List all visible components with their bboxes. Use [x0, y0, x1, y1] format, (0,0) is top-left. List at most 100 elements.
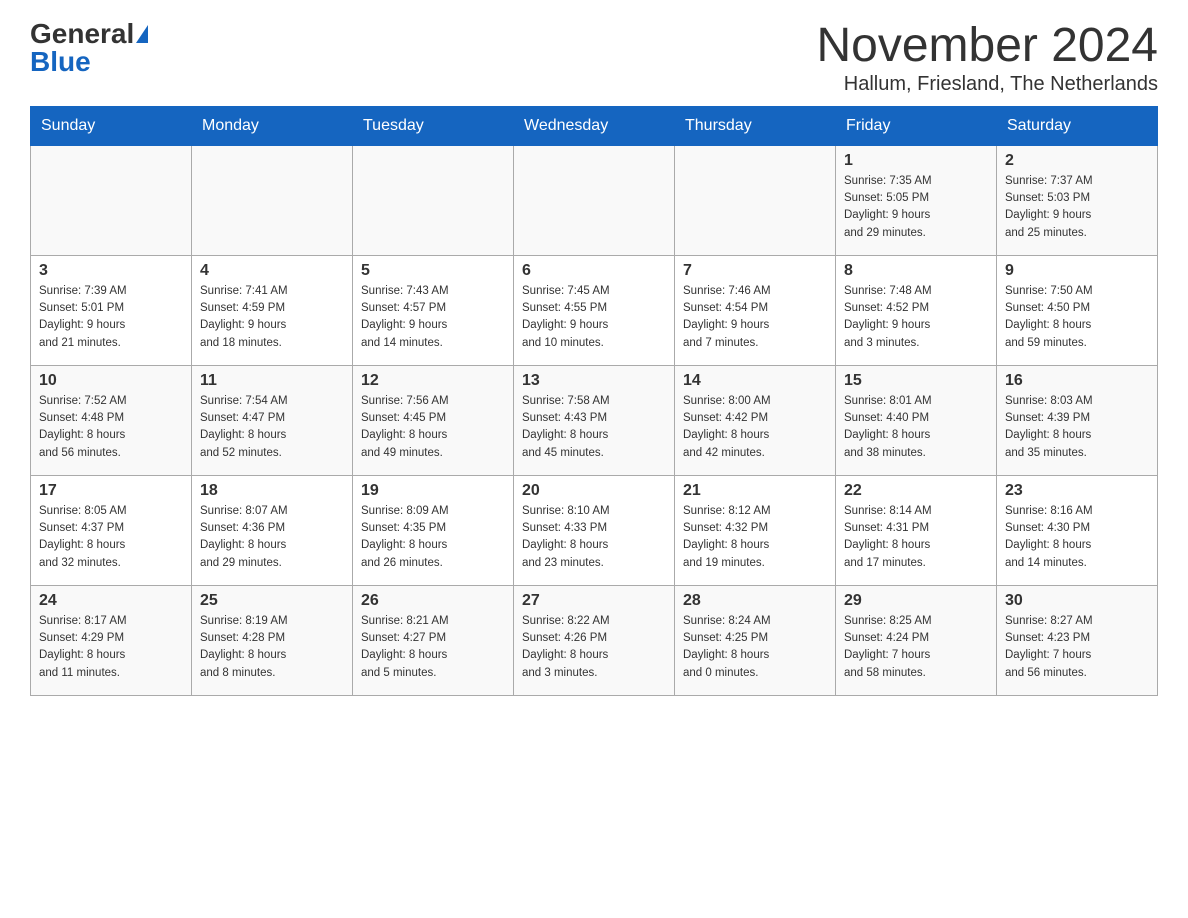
day-cell: [192, 145, 353, 255]
day-number: 20: [522, 482, 666, 500]
day-cell: 30Sunrise: 8:27 AMSunset: 4:23 PMDayligh…: [997, 585, 1158, 695]
day-cell: [514, 145, 675, 255]
week-row-1: 1 Sunrise: 7:35 AMSunset: 5:05 PMDaylight…: [31, 145, 1158, 255]
day-number: 22: [844, 482, 988, 500]
day-number: 29: [844, 592, 988, 610]
day-cell: 17Sunrise: 8:05 AMSunset: 4:37 PMDayligh…: [31, 475, 192, 585]
day-info: Sunrise: 8:17 AMSunset: 4:29 PMDaylight:…: [39, 613, 183, 682]
header-row: SundayMondayTuesdayWednesdayThursdayFrid…: [31, 106, 1158, 145]
page-header: General Blue November 2024 Hallum, Fries…: [30, 20, 1158, 96]
day-cell: 19 Sunrise: 8:09 AMSunset: 4:35 PMDayligh…: [353, 475, 514, 585]
day-cell: 25 Sunrise: 8:19 AMSunset: 4:28 PMDayligh…: [192, 585, 353, 695]
day-number: 17: [39, 482, 183, 500]
day-number: 2: [1005, 152, 1149, 170]
day-info: Sunrise: 8:07 AMSunset: 4:36 PMDaylight:…: [200, 503, 344, 572]
day-number: 19: [361, 482, 505, 500]
day-cell: 22 Sunrise: 8:14 AMSunset: 4:31 PMDayligh…: [836, 475, 997, 585]
day-info: Sunrise: 8:22 AMSunset: 4:26 PMDaylight:…: [522, 613, 666, 682]
week-row-5: 24 Sunrise: 8:17 AMSunset: 4:29 PMDayligh…: [31, 585, 1158, 695]
day-cell: 12 Sunrise: 7:56 AMSunset: 4:45 PMDayligh…: [353, 365, 514, 475]
day-cell: 26 Sunrise: 8:21 AMSunset: 4:27 PMDayligh…: [353, 585, 514, 695]
week-row-2: 3Sunrise: 7:39 AMSunset: 5:01 PMDaylight…: [31, 255, 1158, 365]
day-cell: [353, 145, 514, 255]
day-cell: 3Sunrise: 7:39 AMSunset: 5:01 PMDaylight…: [31, 255, 192, 365]
day-info: Sunrise: 7:35 AMSunset: 5:05 PMDaylight:…: [844, 173, 988, 242]
day-info: Sunrise: 7:56 AMSunset: 4:45 PMDaylight:…: [361, 393, 505, 462]
logo: General Blue: [30, 20, 148, 76]
calendar-table: SundayMondayTuesdayWednesdayThursdayFrid…: [30, 106, 1158, 696]
calendar-header: SundayMondayTuesdayWednesdayThursdayFrid…: [31, 106, 1158, 145]
day-number: 24: [39, 592, 183, 610]
logo-blue: Blue: [30, 48, 91, 76]
day-info: Sunrise: 8:19 AMSunset: 4:28 PMDaylight:…: [200, 613, 344, 682]
day-info: Sunrise: 8:24 AMSunset: 4:25 PMDaylight:…: [683, 613, 827, 682]
day-number: 14: [683, 372, 827, 390]
day-info: Sunrise: 7:43 AMSunset: 4:57 PMDaylight:…: [361, 283, 505, 352]
day-cell: 2 Sunrise: 7:37 AMSunset: 5:03 PMDaylight…: [997, 145, 1158, 255]
day-cell: 4 Sunrise: 7:41 AMSunset: 4:59 PMDaylight…: [192, 255, 353, 365]
day-number: 23: [1005, 482, 1149, 500]
day-cell: 8Sunrise: 7:48 AMSunset: 4:52 PMDaylight…: [836, 255, 997, 365]
day-cell: 9 Sunrise: 7:50 AMSunset: 4:50 PMDaylight…: [997, 255, 1158, 365]
day-info: Sunrise: 8:09 AMSunset: 4:35 PMDaylight:…: [361, 503, 505, 572]
day-cell: 28 Sunrise: 8:24 AMSunset: 4:25 PMDayligh…: [675, 585, 836, 695]
day-info: Sunrise: 8:16 AMSunset: 4:30 PMDaylight:…: [1005, 503, 1149, 572]
day-cell: 1 Sunrise: 7:35 AMSunset: 5:05 PMDaylight…: [836, 145, 997, 255]
month-year-title: November 2024: [816, 20, 1158, 73]
header-cell-sunday: Sunday: [31, 106, 192, 145]
header-cell-thursday: Thursday: [675, 106, 836, 145]
day-number: 26: [361, 592, 505, 610]
day-info: Sunrise: 8:27 AMSunset: 4:23 PMDaylight:…: [1005, 613, 1149, 682]
header-cell-tuesday: Tuesday: [353, 106, 514, 145]
day-info: Sunrise: 8:14 AMSunset: 4:31 PMDaylight:…: [844, 503, 988, 572]
header-cell-wednesday: Wednesday: [514, 106, 675, 145]
location-subtitle: Hallum, Friesland, The Netherlands: [816, 73, 1158, 96]
day-number: 12: [361, 372, 505, 390]
day-number: 4: [200, 262, 344, 280]
day-info: Sunrise: 8:10 AMSunset: 4:33 PMDaylight:…: [522, 503, 666, 572]
day-cell: 5 Sunrise: 7:43 AMSunset: 4:57 PMDaylight…: [353, 255, 514, 365]
day-info: Sunrise: 7:52 AMSunset: 4:48 PMDaylight:…: [39, 393, 183, 462]
day-number: 1: [844, 152, 988, 170]
day-number: 21: [683, 482, 827, 500]
day-number: 15: [844, 372, 988, 390]
day-cell: 13 Sunrise: 7:58 AMSunset: 4:43 PMDayligh…: [514, 365, 675, 475]
day-cell: 18 Sunrise: 8:07 AMSunset: 4:36 PMDayligh…: [192, 475, 353, 585]
day-number: 27: [522, 592, 666, 610]
header-cell-friday: Friday: [836, 106, 997, 145]
day-number: 6: [522, 262, 666, 280]
day-cell: 27 Sunrise: 8:22 AMSunset: 4:26 PMDayligh…: [514, 585, 675, 695]
day-info: Sunrise: 7:58 AMSunset: 4:43 PMDaylight:…: [522, 393, 666, 462]
day-cell: 29Sunrise: 8:25 AMSunset: 4:24 PMDayligh…: [836, 585, 997, 695]
day-info: Sunrise: 8:21 AMSunset: 4:27 PMDaylight:…: [361, 613, 505, 682]
day-info: Sunrise: 7:41 AMSunset: 4:59 PMDaylight:…: [200, 283, 344, 352]
day-number: 28: [683, 592, 827, 610]
header-cell-monday: Monday: [192, 106, 353, 145]
day-info: Sunrise: 8:01 AMSunset: 4:40 PMDaylight:…: [844, 393, 988, 462]
header-cell-saturday: Saturday: [997, 106, 1158, 145]
day-info: Sunrise: 7:39 AMSunset: 5:01 PMDaylight:…: [39, 283, 183, 352]
week-row-3: 10 Sunrise: 7:52 AMSunset: 4:48 PMDayligh…: [31, 365, 1158, 475]
day-cell: 20 Sunrise: 8:10 AMSunset: 4:33 PMDayligh…: [514, 475, 675, 585]
logo-triangle-icon: [136, 25, 148, 43]
logo-general: General: [30, 20, 134, 48]
day-cell: 15 Sunrise: 8:01 AMSunset: 4:40 PMDayligh…: [836, 365, 997, 475]
day-number: 9: [1005, 262, 1149, 280]
day-info: Sunrise: 8:12 AMSunset: 4:32 PMDaylight:…: [683, 503, 827, 572]
day-number: 5: [361, 262, 505, 280]
day-cell: 23 Sunrise: 8:16 AMSunset: 4:30 PMDayligh…: [997, 475, 1158, 585]
day-info: Sunrise: 7:45 AMSunset: 4:55 PMDaylight:…: [522, 283, 666, 352]
day-number: 25: [200, 592, 344, 610]
day-info: Sunrise: 8:03 AMSunset: 4:39 PMDaylight:…: [1005, 393, 1149, 462]
day-cell: 6 Sunrise: 7:45 AMSunset: 4:55 PMDaylight…: [514, 255, 675, 365]
day-number: 18: [200, 482, 344, 500]
day-info: Sunrise: 7:48 AMSunset: 4:52 PMDaylight:…: [844, 283, 988, 352]
day-info: Sunrise: 7:37 AMSunset: 5:03 PMDaylight:…: [1005, 173, 1149, 242]
day-number: 10: [39, 372, 183, 390]
day-info: Sunrise: 7:50 AMSunset: 4:50 PMDaylight:…: [1005, 283, 1149, 352]
day-number: 13: [522, 372, 666, 390]
day-cell: 16Sunrise: 8:03 AMSunset: 4:39 PMDayligh…: [997, 365, 1158, 475]
day-number: 11: [200, 372, 344, 390]
day-cell: 14Sunrise: 8:00 AMSunset: 4:42 PMDayligh…: [675, 365, 836, 475]
day-cell: [675, 145, 836, 255]
